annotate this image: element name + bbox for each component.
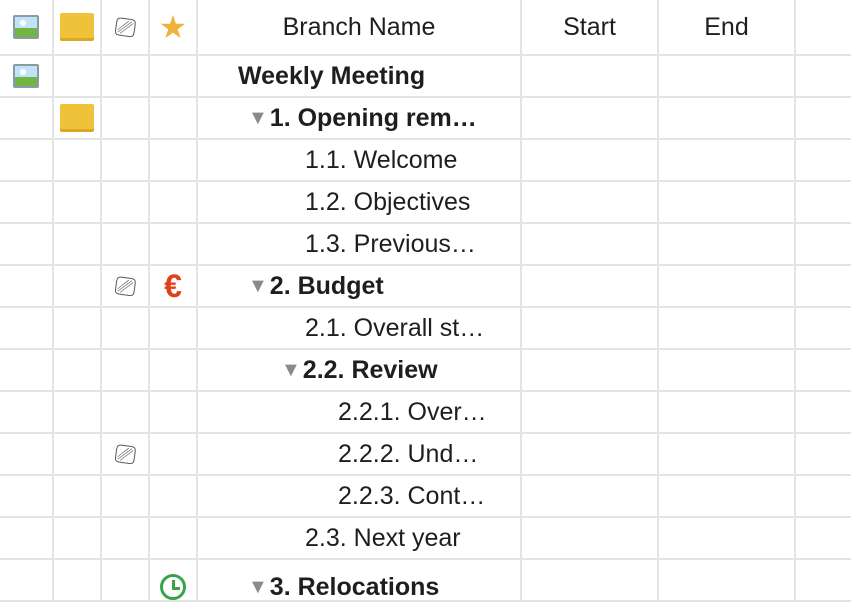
branch-name: 2.3. Next year [305,523,461,552]
start-cell[interactable] [522,308,659,348]
header-note-column[interactable] [54,0,102,54]
end-cell[interactable] [659,560,796,600]
image-icon [13,15,39,39]
disclosure-triangle-icon[interactable]: ▼ [248,275,268,298]
disclosure-triangle-icon[interactable]: ▼ [248,107,268,130]
start-cell[interactable] [522,182,659,222]
outline-grid: ⎚ ★ Branch Name Start End Weekly Meeting… [0,0,851,602]
header-empty [796,0,851,54]
header-marker-column[interactable]: ★ [150,0,198,54]
branch-name: 3. Relocations [269,572,440,601]
branch-name: 2.1. Overall st… [305,313,485,342]
start-cell[interactable] [522,140,659,180]
header-start[interactable]: Start [522,0,659,54]
table-row[interactable]: ⎚ € ▼ 2. Budget [0,266,851,308]
euro-icon[interactable]: € [164,270,182,302]
start-cell[interactable] [522,434,659,474]
header-branch-name[interactable]: Branch Name [198,0,522,54]
table-row[interactable]: 1.3. Previous… [0,224,851,266]
header-attachment-column[interactable]: ⎚ [102,0,150,54]
branch-name: 1.2. Objectives [305,187,471,216]
end-cell[interactable] [659,56,796,96]
end-cell[interactable] [659,140,796,180]
header-image-column[interactable] [0,0,54,54]
table-row[interactable]: 2.2.3. Cont… [0,476,851,518]
start-cell[interactable] [522,476,659,516]
end-cell[interactable] [659,182,796,222]
table-row[interactable]: 1.2. Objectives [0,182,851,224]
paperclip-icon[interactable]: ⎚ [113,270,138,303]
start-cell[interactable] [522,224,659,264]
start-cell[interactable] [522,350,659,390]
table-row[interactable]: ▼ 2.2. Review [0,350,851,392]
table-row[interactable]: 2.3. Next year [0,518,851,560]
column-header-row: ⎚ ★ Branch Name Start End [0,0,851,56]
table-row[interactable]: ▼ 1. Opening rem… [0,98,851,140]
note-icon[interactable] [60,104,94,132]
end-cell[interactable] [659,434,796,474]
branch-name: 2.2. Review [302,355,438,384]
table-row[interactable]: ⎚ 2.2.2. Und… [0,434,851,476]
clock-icon[interactable] [160,574,186,600]
end-cell[interactable] [659,518,796,558]
branch-name: 1.1. Welcome [305,145,458,174]
start-cell[interactable] [522,98,659,138]
table-row[interactable]: 1.1. Welcome [0,140,851,182]
branch-name: 1. Opening rem… [269,103,477,132]
end-cell[interactable] [659,98,796,138]
end-cell[interactable] [659,392,796,432]
start-cell[interactable] [522,518,659,558]
branch-name: 2. Budget [269,271,384,300]
end-cell[interactable] [659,476,796,516]
star-icon: ★ [158,9,188,45]
image-icon[interactable] [13,64,39,88]
paperclip-icon[interactable]: ⎚ [113,438,138,471]
branch-name: 1.3. Previous… [305,229,476,258]
branch-name: 2.2.3. Cont… [338,481,486,510]
start-cell[interactable] [522,56,659,96]
start-cell[interactable] [522,392,659,432]
disclosure-triangle-icon[interactable]: ▼ [248,576,268,599]
end-cell[interactable] [659,266,796,306]
disclosure-triangle-icon[interactable]: ▼ [281,359,301,382]
start-cell[interactable] [522,560,659,600]
table-row[interactable]: 2.2.1. Over… [0,392,851,434]
end-cell[interactable] [659,350,796,390]
paperclip-icon: ⎚ [112,10,138,44]
branch-name: Weekly Meeting [238,61,426,90]
branch-name: 2.2.1. Over… [338,397,487,426]
header-end[interactable]: End [659,0,796,54]
end-cell[interactable] [659,308,796,348]
note-icon [60,13,94,41]
start-cell[interactable] [522,266,659,306]
end-cell[interactable] [659,224,796,264]
table-row[interactable]: Weekly Meeting [0,56,851,98]
table-row[interactable]: 2.1. Overall st… [0,308,851,350]
table-row[interactable]: ▼ 3. Relocations [0,560,851,602]
branch-name: 2.2.2. Und… [338,439,479,468]
